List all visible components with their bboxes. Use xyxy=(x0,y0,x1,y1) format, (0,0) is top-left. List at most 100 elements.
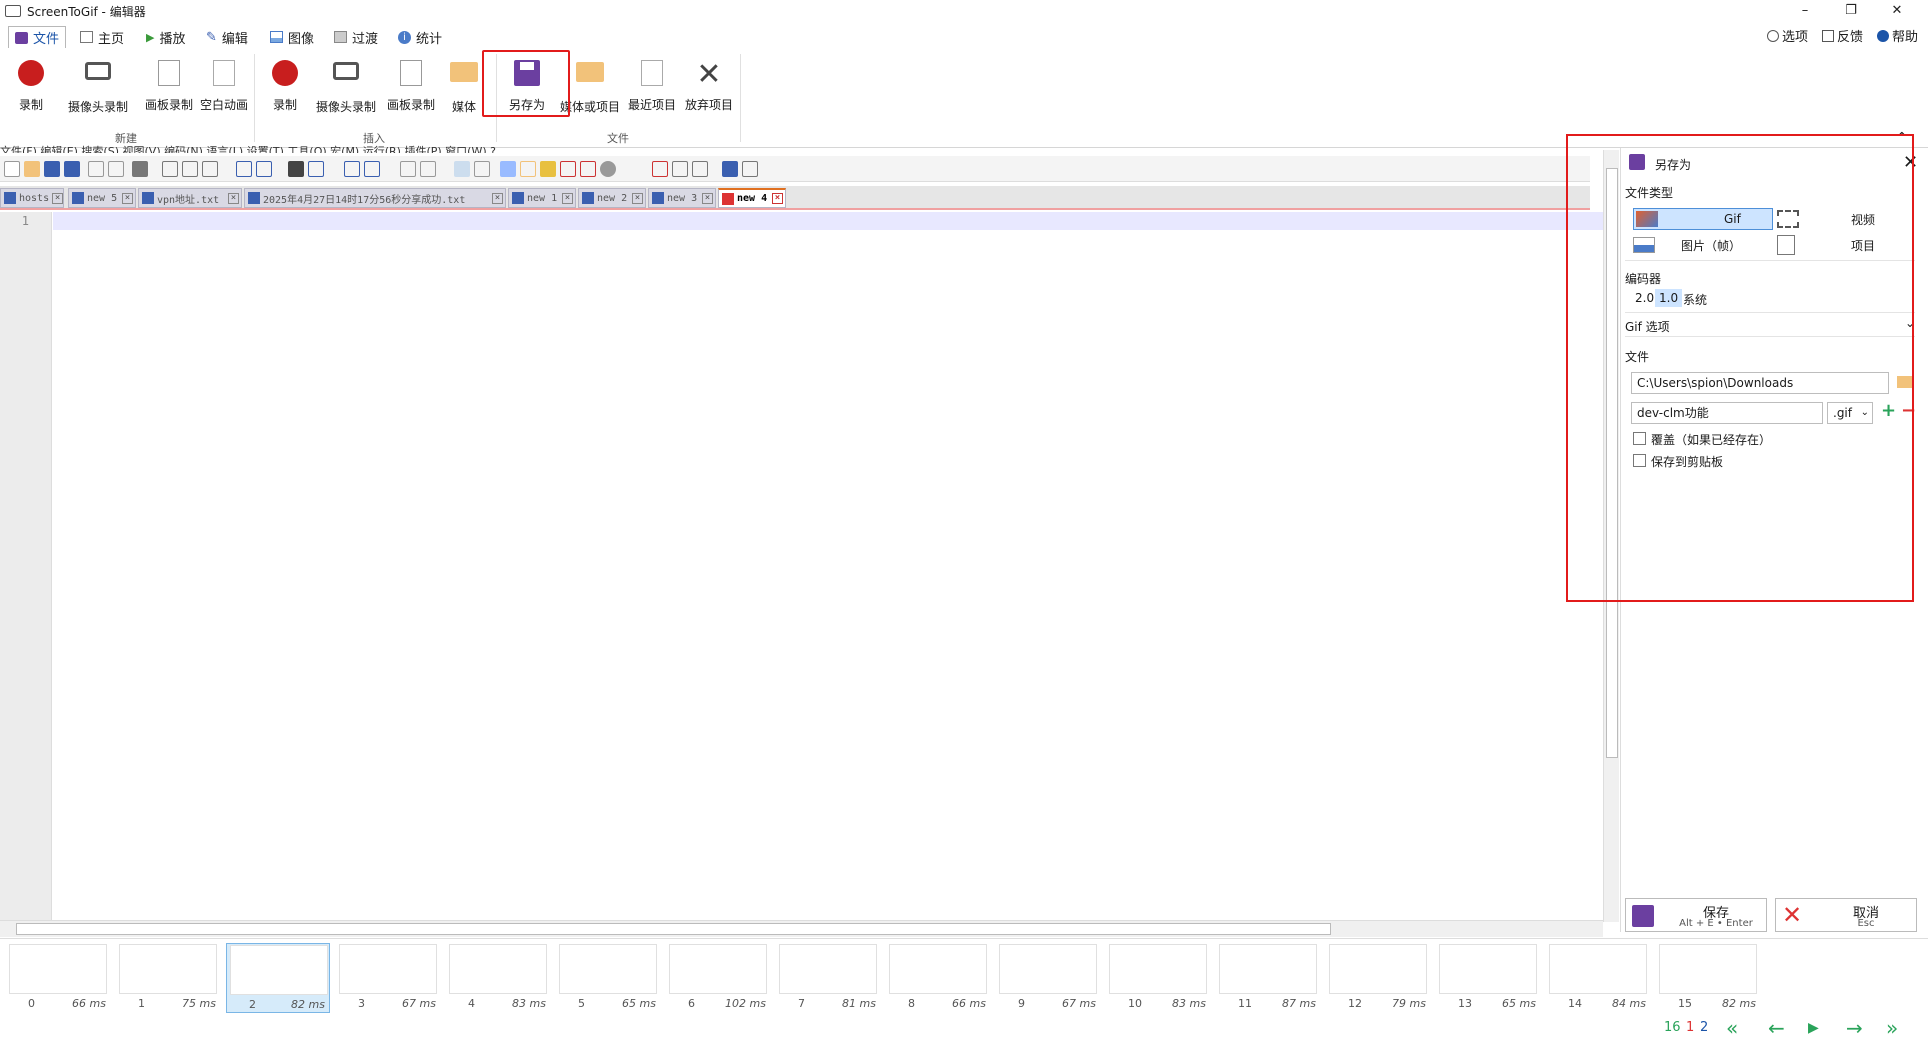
macro-save-icon[interactable] xyxy=(742,161,758,177)
insert-record-button[interactable]: 录制 xyxy=(255,56,315,116)
zoom-out-icon[interactable] xyxy=(364,161,380,177)
close-all-icon[interactable] xyxy=(108,161,124,177)
replace-icon[interactable] xyxy=(308,161,324,177)
minimize-button[interactable]: – xyxy=(1782,0,1828,22)
play-icon[interactable]: ▶ xyxy=(1808,1018,1819,1038)
redo-icon[interactable] xyxy=(256,161,272,177)
next-frame-icon[interactable]: → xyxy=(1846,1018,1863,1038)
macro-stop-icon[interactable] xyxy=(672,161,688,177)
tab-image[interactable]: 图像 xyxy=(270,26,314,48)
macro-play-icon[interactable] xyxy=(692,161,708,177)
doc-tab-new4[interactable]: new 4 × xyxy=(718,188,786,208)
macro-run-icon[interactable] xyxy=(722,161,738,177)
doc-tab-vpn[interactable]: vpn地址.txt × xyxy=(138,188,242,208)
tab-file[interactable]: 文件 xyxy=(8,26,67,48)
cancel-hint: Esc xyxy=(1857,918,1875,929)
copy-icon[interactable] xyxy=(182,161,198,177)
frame-thumbnail[interactable]: 0 66 ms xyxy=(6,943,110,1013)
save-button[interactable]: 保存 Alt + E • Enter xyxy=(1625,898,1767,932)
cut-icon[interactable] xyxy=(162,161,178,177)
tab-statistics[interactable]: i 统计 xyxy=(398,26,442,48)
last-frame-icon[interactable]: » xyxy=(1886,1018,1898,1038)
frame-thumbnail[interactable]: 14 84 ms xyxy=(1546,943,1650,1013)
close-button[interactable]: ✕ xyxy=(1874,0,1920,22)
frame-thumbnail[interactable]: 15 82 ms xyxy=(1656,943,1760,1013)
frame-thumbnail[interactable]: 11 87 ms xyxy=(1216,943,1320,1013)
sync-h-icon[interactable] xyxy=(420,161,436,177)
open-file-icon[interactable] xyxy=(24,161,40,177)
close-file-icon[interactable] xyxy=(88,161,104,177)
doc-tab-label: vpn地址.txt xyxy=(157,194,220,206)
doc-tab-share[interactable]: 2025年4月27日14时17分56秒分享成功.txt × xyxy=(244,188,506,208)
frame-thumbnail[interactable]: 4 83 ms xyxy=(446,943,550,1013)
doc-tab-hosts[interactable]: hosts × xyxy=(0,188,64,208)
tab-transition[interactable]: 过渡 xyxy=(334,26,378,48)
discard-project-button[interactable]: ✕ 放弃项目 xyxy=(678,56,740,116)
feedback-link[interactable]: 反馈 xyxy=(1821,26,1863,45)
undo-icon[interactable] xyxy=(236,161,252,177)
wrap-icon[interactable] xyxy=(454,161,470,177)
frame-thumbnail[interactable]: 9 67 ms xyxy=(996,943,1100,1013)
sync-v-icon[interactable] xyxy=(400,161,416,177)
close-tab-icon[interactable]: × xyxy=(772,193,783,204)
close-tab-icon[interactable]: × xyxy=(492,192,503,204)
bubble-icon[interactable] xyxy=(600,161,616,177)
cancel-button[interactable]: ✕ 取消 Esc xyxy=(1775,898,1917,932)
close-tab-icon[interactable]: × xyxy=(562,192,573,204)
first-frame-icon[interactable]: « xyxy=(1726,1018,1738,1038)
new-board-button[interactable]: 画板录制 xyxy=(134,56,204,116)
editor-area[interactable] xyxy=(53,230,1603,920)
save-file-icon[interactable] xyxy=(44,161,60,177)
frame-thumbnail[interactable]: 12 79 ms xyxy=(1326,943,1430,1013)
tab-edit[interactable]: ✎ 编辑 xyxy=(206,26,248,48)
zoom-in-icon[interactable] xyxy=(344,161,360,177)
frame-thumbnail[interactable]: 1 75 ms xyxy=(116,943,220,1013)
close-tab-icon[interactable]: × xyxy=(122,192,133,204)
frame-thumbnail[interactable]: 6 102 ms xyxy=(666,943,770,1013)
frame-image xyxy=(559,944,657,994)
print-icon[interactable] xyxy=(132,161,148,177)
previous-frame-icon[interactable]: ← xyxy=(1768,1018,1785,1038)
new-blank-button[interactable]: 空白动画 xyxy=(196,56,252,116)
doc-tab-new3[interactable]: new 3 × xyxy=(648,188,716,208)
frame-thumbnail[interactable]: 13 65 ms xyxy=(1436,943,1540,1013)
options-link[interactable]: 选项 xyxy=(1766,26,1808,45)
maximize-button[interactable]: ❐ xyxy=(1828,0,1874,22)
paste-icon[interactable] xyxy=(202,161,218,177)
close-tab-icon[interactable]: × xyxy=(228,192,239,204)
insert-webcam-button[interactable]: 摄像头录制 xyxy=(310,56,382,116)
help-link[interactable]: 帮助 xyxy=(1876,26,1918,45)
new-file-icon[interactable] xyxy=(4,161,20,177)
macro-record-icon[interactable] xyxy=(652,161,668,177)
frame-thumbnail[interactable]: 3 67 ms xyxy=(336,943,440,1013)
frame-image xyxy=(119,944,217,994)
doc-tab-new1[interactable]: new 1 × xyxy=(508,188,576,208)
cancel-icon: ✕ xyxy=(1782,901,1803,929)
new-webcam-button[interactable]: 摄像头录制 xyxy=(62,56,134,116)
function-list-icon[interactable] xyxy=(540,161,556,177)
close-tab-icon[interactable]: × xyxy=(52,192,63,204)
close-tab-icon[interactable]: × xyxy=(632,192,643,204)
scroll-thumb[interactable] xyxy=(16,923,1331,935)
tab-play[interactable]: ▶ 播放 xyxy=(146,26,185,48)
frame-thumbnail[interactable]: 5 65 ms xyxy=(556,943,660,1013)
save-all-icon[interactable] xyxy=(64,161,80,177)
frame-delay: 82 ms xyxy=(291,998,325,1011)
tab-home[interactable]: 主页 xyxy=(80,26,124,48)
horizontal-scrollbar[interactable] xyxy=(0,920,1603,937)
doc-tab-new5[interactable]: new 5 × xyxy=(68,188,136,208)
indent-guide-icon[interactable] xyxy=(500,161,516,177)
close-tab-icon[interactable]: × xyxy=(702,192,713,204)
monitor-icon[interactable] xyxy=(580,161,596,177)
doc-tab-new2[interactable]: new 2 × xyxy=(578,188,646,208)
recent-projects-button[interactable]: 最近项目 xyxy=(622,56,682,116)
frame-thumbnail[interactable]: 10 83 ms xyxy=(1106,943,1210,1013)
find-icon[interactable] xyxy=(288,161,304,177)
doc-map-icon[interactable] xyxy=(520,161,536,177)
frame-thumbnail[interactable]: 7 81 ms xyxy=(776,943,880,1013)
show-symbols-icon[interactable] xyxy=(474,161,490,177)
frame-thumbnail[interactable]: 8 66 ms xyxy=(886,943,990,1013)
folder-workspace-icon[interactable] xyxy=(560,161,576,177)
frame-thumbnail[interactable]: 2 82 ms xyxy=(226,943,330,1013)
new-record-button[interactable]: 录制 xyxy=(0,56,62,116)
